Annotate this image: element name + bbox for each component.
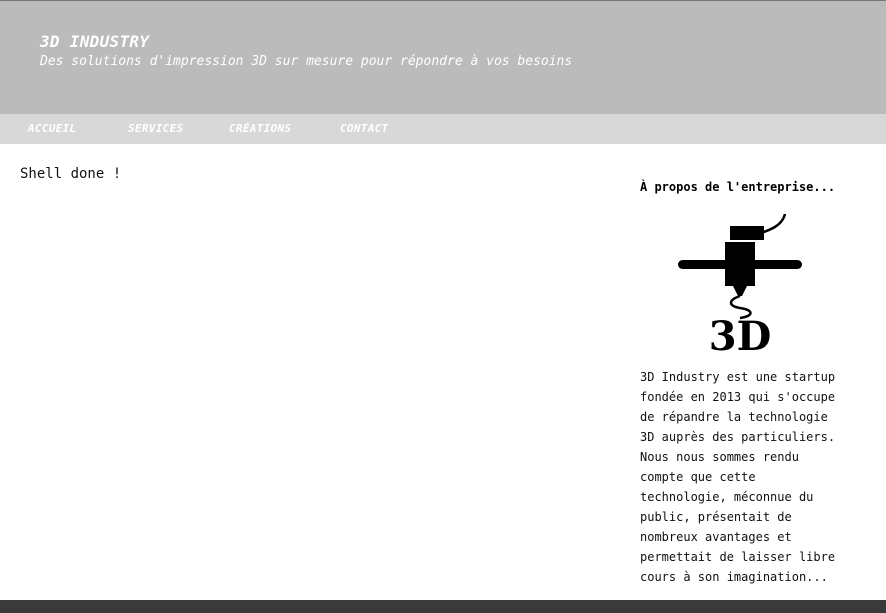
sidebar-text-line: nombreux avantages et (640, 530, 792, 544)
nav-item-contact[interactable]: CONTACT (340, 122, 388, 135)
main-content-text: Shell done ! (20, 166, 122, 182)
sidebar-text-line: 3D Industry est une startup (640, 370, 836, 384)
site-footer (0, 600, 886, 613)
3d-printer-logo-icon: 3D (670, 208, 810, 360)
sidebar-text-line: public, présentait de (640, 510, 792, 524)
sidebar-text-line: cours à son imagination... (640, 570, 828, 584)
sidebar-text-line: technologie, méconnue du (640, 490, 814, 504)
site-title[interactable]: 3D INDUSTRY (40, 32, 149, 51)
main-nav: ACCUEIL SERVICES CRÉATIONS CONTACT (0, 114, 886, 144)
svg-text:3D: 3D (709, 313, 772, 358)
sidebar-title: À propos de l'entreprise... (640, 180, 836, 194)
nav-item-services[interactable]: SERVICES (128, 122, 183, 135)
sidebar-text-line: Nous nous sommes rendu (640, 450, 799, 464)
sidebar-text-line: fondée en 2013 qui s'occupe (640, 390, 836, 404)
site-header: 3D INDUSTRY Des solutions d'impression 3… (0, 0, 886, 114)
nav-item-accueil[interactable]: ACCUEIL (28, 122, 76, 135)
site-tagline: Des solutions d'impression 3D sur mesure… (40, 54, 573, 69)
sidebar-about-text: 3D Industry est une startup fondée en 201… (640, 367, 840, 587)
sidebar-text-line: permettait de laisser libre (640, 550, 836, 564)
nav-item-creations[interactable]: CRÉATIONS (229, 122, 291, 135)
sidebar-text-line: 3D auprès des particuliers. (640, 430, 836, 444)
sidebar-text-line: compte que cette (640, 470, 756, 484)
sidebar-text-line: de répandre la technologie (640, 410, 828, 424)
